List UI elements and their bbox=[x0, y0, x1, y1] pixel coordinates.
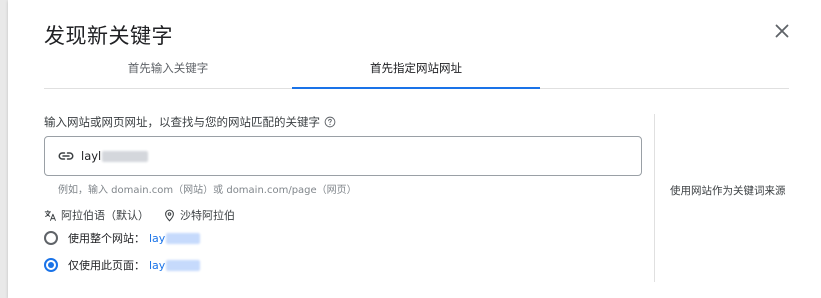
radio-this-page-label: 仅使用此页面： bbox=[68, 259, 145, 272]
tab-start-with-website[interactable]: 首先指定网站网址 bbox=[292, 50, 540, 89]
targeting-row: 阿拉伯语（默认） 沙特阿拉伯 bbox=[44, 207, 249, 223]
location-label: 沙特阿拉伯 bbox=[180, 209, 235, 222]
url-value: layl bbox=[81, 149, 149, 163]
link-icon bbox=[57, 147, 75, 165]
this-page-url-text: lay bbox=[149, 258, 166, 272]
entire-site-url: lay bbox=[149, 231, 201, 245]
discover-keywords-dialog: 发现新关键字 首先输入关键字 首先指定网站网址 输入网站或网页网址，以查找与您的… bbox=[8, 0, 821, 298]
website-url-input[interactable]: layl bbox=[44, 136, 642, 176]
tab-start-with-keywords[interactable]: 首先输入关键字 bbox=[44, 50, 292, 88]
redacted-url bbox=[166, 259, 201, 271]
radio-button[interactable] bbox=[44, 231, 58, 245]
radio-this-page-only[interactable]: 仅使用此页面： lay bbox=[44, 257, 201, 273]
prompt-label: 输入网站或网页网址，以查找与您的网站匹配的关键字 bbox=[44, 115, 320, 129]
dialog-title: 发现新关键字 bbox=[44, 24, 173, 48]
radio-entire-site-label: 使用整个网站： bbox=[68, 232, 145, 245]
input-hint: 例如，输入 domain.com（网站）或 domain.com/page（网页… bbox=[58, 185, 357, 196]
website-form: 输入网站或网页网址，以查找与您的网站匹配的关键字 layl 例如，输入 doma bbox=[44, 114, 644, 272]
this-page-url: lay bbox=[149, 258, 201, 272]
side-note: 使用网站作为关键词来源 bbox=[670, 185, 786, 197]
close-button[interactable] bbox=[771, 20, 793, 42]
language-label: 阿拉伯语（默认） bbox=[61, 209, 149, 222]
vertical-divider bbox=[654, 114, 655, 282]
redacted-url bbox=[102, 150, 149, 162]
radio-entire-site[interactable]: 使用整个网站： lay bbox=[44, 230, 201, 246]
input-prompt: 输入网站或网页网址，以查找与您的网站匹配的关键字 bbox=[44, 114, 644, 130]
location-selector[interactable]: 沙特阿拉伯 bbox=[163, 207, 235, 223]
location-pin-icon bbox=[163, 209, 176, 222]
help-icon[interactable] bbox=[324, 116, 336, 128]
translate-icon bbox=[44, 209, 57, 222]
tab-bar: 首先输入关键字 首先指定网站网址 bbox=[44, 50, 789, 89]
entire-site-url-text: lay bbox=[149, 231, 166, 245]
url-text: layl bbox=[81, 149, 102, 163]
redacted-url bbox=[166, 232, 201, 244]
radio-button-selected[interactable] bbox=[44, 258, 58, 272]
close-icon bbox=[775, 24, 789, 38]
language-selector[interactable]: 阿拉伯语（默认） bbox=[44, 207, 149, 223]
